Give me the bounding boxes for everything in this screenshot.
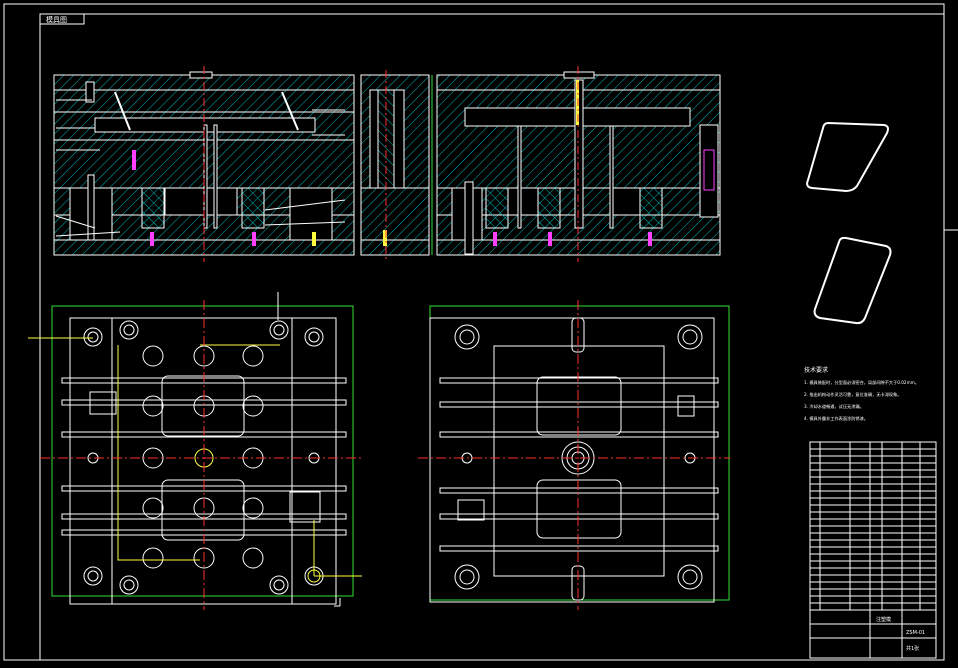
cad-drawing-canvas: 模具图 技术要求 1. 模具装配时，分型面必须密合，局部间隙不大于0.02mm。… [3, 3, 958, 661]
front-section-view [53, 66, 355, 262]
notes-heading: 技术要求 [804, 366, 828, 374]
drawing-name: 注塑模 [876, 616, 891, 623]
moving-half-plan-view [418, 300, 730, 610]
side-section-view [360, 70, 430, 260]
notes-line-3: 3. 冷却水道畅通，试压无渗漏。 [804, 403, 864, 410]
notes-line-2: 2. 推出机构动作灵活可靠，复位准确，无卡滞现象。 [804, 391, 901, 398]
title-tag: 模具图 [46, 15, 67, 24]
fixed-half-plan-view [28, 292, 362, 610]
product-sketch [806, 121, 892, 325]
parts-list-table [809, 441, 937, 611]
sheet-count: 共1张 [906, 645, 919, 652]
drawing-number: ZSM-01 [906, 630, 925, 636]
notes-line-4: 4. 模具外露非工作表面涂防锈漆。 [804, 415, 868, 422]
notes-line-1: 1. 模具装配时，分型面必须密合，局部间隙不大于0.02mm。 [804, 379, 919, 386]
right-section-view [431, 66, 721, 262]
technical-notes: 技术要求 1. 模具装配时，分型面必须密合，局部间隙不大于0.02mm。 2. … [804, 366, 919, 422]
